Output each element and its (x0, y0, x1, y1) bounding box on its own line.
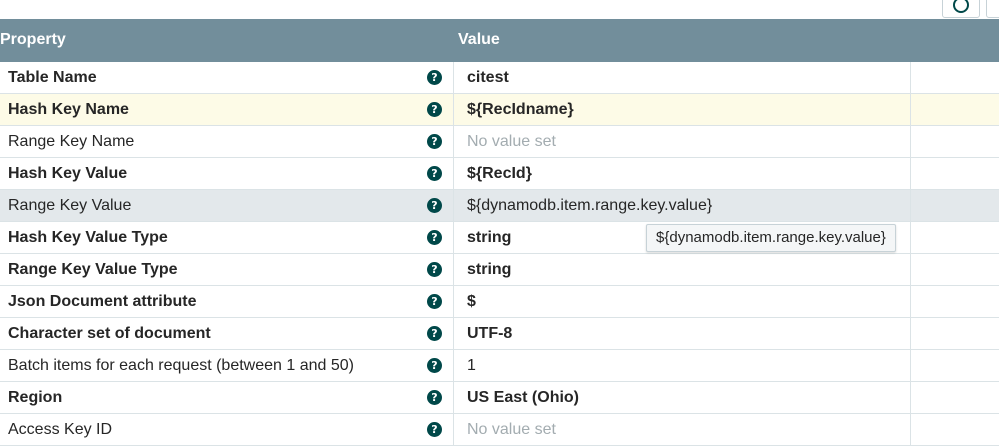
table-row[interactable]: Hash Key Value ? ${RecId} (0, 158, 999, 190)
property-name: Json Document attribute (8, 293, 196, 311)
header-property[interactable]: Property (0, 31, 66, 49)
table-row[interactable]: Batch items for each request (between 1 … (0, 350, 999, 382)
property-value[interactable]: ${dynamodb.item.range.key.value} (467, 197, 712, 215)
table-row[interactable]: Hash Key Name ? ${RecIdname} (0, 94, 999, 126)
top-strip (0, 0, 999, 19)
property-value[interactable]: ${RecId} (467, 165, 532, 183)
help-icon[interactable]: ? (427, 294, 442, 309)
property-name: Range Key Value (8, 197, 131, 215)
help-icon[interactable]: ? (427, 326, 442, 341)
property-value[interactable]: citest (467, 69, 509, 87)
property-name: Batch items for each request (between 1 … (8, 357, 354, 375)
column-divider (910, 126, 911, 157)
property-name: Region (8, 389, 62, 407)
help-icon[interactable]: ? (427, 390, 442, 405)
column-divider (910, 254, 911, 285)
property-value[interactable]: $ (467, 293, 476, 311)
column-divider (453, 222, 454, 253)
column-divider (910, 158, 911, 189)
property-name: Range Key Name (8, 133, 134, 151)
help-icon[interactable]: ? (427, 166, 442, 181)
refresh-button[interactable] (942, 0, 980, 18)
property-value[interactable]: No value set (467, 133, 556, 151)
table-row[interactable]: Access Key ID ? No value set (0, 414, 999, 446)
column-divider (453, 382, 454, 413)
table-row[interactable]: Character set of document ? UTF-8 (0, 318, 999, 350)
help-icon[interactable]: ? (427, 70, 442, 85)
property-value[interactable]: string (467, 229, 511, 247)
help-icon[interactable]: ? (427, 102, 442, 117)
property-value[interactable]: US East (Ohio) (467, 389, 579, 407)
property-value[interactable]: No value set (467, 421, 556, 439)
table-header: Property Value (0, 19, 999, 62)
help-icon[interactable]: ? (427, 230, 442, 245)
column-divider (453, 254, 454, 285)
property-value[interactable]: 1 (467, 357, 476, 375)
column-divider (910, 62, 911, 93)
table-row[interactable]: Json Document attribute ? $ (0, 286, 999, 318)
more-button[interactable] (986, 0, 999, 18)
column-divider (453, 190, 454, 221)
column-divider (453, 94, 454, 125)
column-divider (910, 190, 911, 221)
refresh-icon (953, 0, 969, 13)
column-divider (910, 222, 911, 253)
table-row[interactable]: Range Key Value ? ${dynamodb.item.range.… (0, 190, 999, 222)
column-divider (453, 350, 454, 381)
column-divider (453, 286, 454, 317)
column-divider (910, 286, 911, 317)
column-divider (910, 414, 911, 445)
property-name: Table Name (8, 69, 97, 87)
property-value[interactable]: string (467, 261, 511, 279)
property-name: Range Key Value Type (8, 261, 178, 279)
help-icon[interactable]: ? (427, 358, 442, 373)
value-tooltip: ${dynamodb.item.range.key.value} (646, 224, 896, 252)
column-divider (453, 318, 454, 349)
table-row[interactable]: Range Key Value Type ? string (0, 254, 999, 286)
table-row[interactable]: Range Key Name ? No value set (0, 126, 999, 158)
help-icon[interactable]: ? (427, 262, 442, 277)
column-divider (453, 126, 454, 157)
property-name: Character set of document (8, 325, 211, 343)
table-row[interactable]: Region ? US East (Ohio) (0, 382, 999, 414)
property-name: Access Key ID (8, 421, 112, 439)
column-divider (453, 62, 454, 93)
help-icon[interactable]: ? (427, 134, 442, 149)
property-value[interactable]: ${RecIdname} (467, 101, 574, 119)
table-row[interactable]: Table Name ? citest (0, 62, 999, 94)
column-divider (910, 318, 911, 349)
property-value[interactable]: UTF-8 (467, 325, 512, 343)
help-icon[interactable]: ? (427, 198, 442, 213)
property-name: Hash Key Value (8, 165, 127, 183)
property-name: Hash Key Name (8, 101, 129, 119)
header-value[interactable]: Value (458, 31, 500, 49)
column-divider (910, 350, 911, 381)
column-divider (910, 94, 911, 125)
column-divider (453, 414, 454, 445)
column-divider (910, 382, 911, 413)
property-name: Hash Key Value Type (8, 229, 168, 247)
column-divider (453, 158, 454, 189)
